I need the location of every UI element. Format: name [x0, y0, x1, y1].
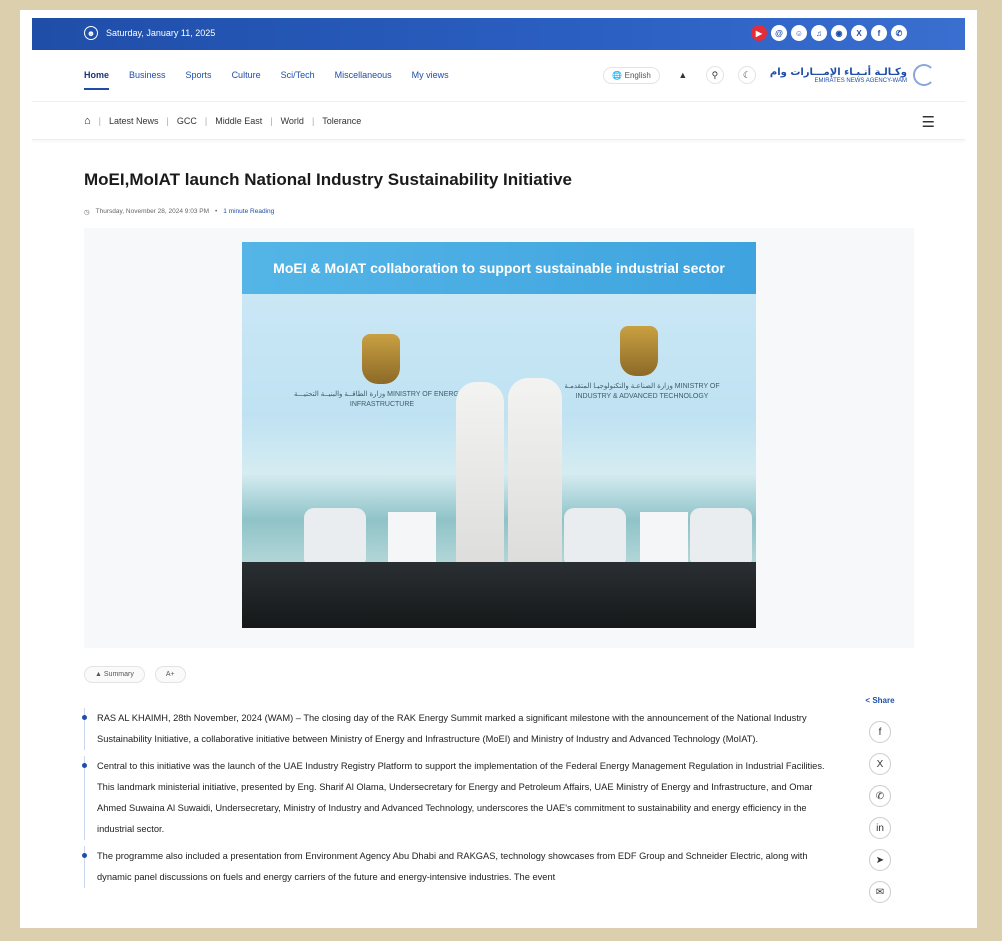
uae-emblem-right — [620, 326, 658, 376]
facebook-icon[interactable]: f — [871, 25, 887, 41]
language-button[interactable]: 🌐 English — [603, 66, 660, 84]
sub-nav: ⌂ | Latest News | GCC | Middle East | Wo… — [32, 102, 965, 140]
stage-chair — [304, 508, 366, 568]
article-image[interactable]: MoEI & MoIAT collaboration to support su… — [242, 242, 756, 628]
youtube-icon[interactable]: ▶ — [751, 25, 767, 41]
image-banner: MoEI & MoIAT collaboration to support su… — [242, 242, 756, 294]
cake-icon[interactable]: ▲ — [674, 66, 692, 84]
top-bar: ☻ Saturday, January 11, 2025 ▶ @ ☺ ♫ ◉ X… — [32, 18, 965, 50]
clock-icon: ◷ — [84, 209, 90, 216]
social-links: ▶ @ ☺ ♫ ◉ X f ✆ — [751, 25, 907, 41]
subnav-item-latest-news[interactable]: Latest News — [109, 116, 159, 126]
article-tools: ▲ Summary A+ — [84, 666, 186, 683]
article-title: MoEI,MoIAT launch National Industry Sust… — [84, 170, 573, 189]
home-icon[interactable]: ⌂ — [84, 115, 91, 127]
share-button[interactable]: < Share — [865, 696, 894, 705]
summary-label: Summary — [103, 671, 134, 678]
reading-time: 1 minute Reading — [223, 208, 275, 215]
facebook-share-icon[interactable]: f — [869, 721, 891, 743]
linkedin-share-icon[interactable]: in — [869, 817, 891, 839]
dark-mode-icon[interactable]: ☾ — [737, 66, 756, 84]
whatsapp-share-icon[interactable]: ✆ — [869, 785, 891, 807]
tiktok-icon[interactable]: ♫ — [811, 25, 827, 41]
stage-table — [640, 512, 688, 562]
separator: | — [98, 116, 101, 126]
nav-item-business[interactable]: Business — [129, 70, 166, 90]
subnav-item-gcc[interactable]: GCC — [177, 116, 197, 126]
user-icon[interactable]: ☻ — [84, 26, 98, 40]
subnav-links: ⌂ | Latest News | GCC | Middle East | Wo… — [84, 115, 361, 127]
subnav-item-world[interactable]: World — [281, 116, 304, 126]
nav-item-home[interactable]: Home — [84, 70, 110, 90]
nav-item-my-views[interactable]: My views — [412, 70, 449, 90]
summary-icon: ▲ — [95, 671, 102, 678]
ministry-left-label: وزارة الطاقــة والبنيــة التحتيـــة MINI… — [293, 391, 471, 408]
current-date: Saturday, January 11, 2025 — [106, 28, 216, 38]
subnav-item-tolerance[interactable]: Tolerance — [322, 116, 361, 126]
main-nav: Home Business Sports Culture Sci/Tech Mi… — [32, 50, 965, 102]
nav-links: Home Business Sports Culture Sci/Tech Mi… — [84, 70, 449, 90]
x-icon[interactable]: X — [851, 25, 867, 41]
subnav-item-middle-east[interactable]: Middle East — [215, 116, 262, 126]
article-image-container: MoEI & MoIAT collaboration to support su… — [84, 228, 914, 648]
article-date: Thursday, November 28, 2024 9:03 PM — [95, 208, 209, 215]
search-icon[interactable]: ⚲ — [705, 66, 724, 84]
snapchat-icon[interactable]: ☺ — [791, 25, 807, 41]
page-content: ☻ Saturday, January 11, 2025 ▶ @ ☺ ♫ ◉ X… — [32, 18, 965, 928]
article-meta: ◷ Thursday, November 28, 2024 9:03 PM • … — [84, 208, 274, 216]
separator: | — [204, 116, 208, 126]
share-panel: < Share f X ✆ in ➤ ✉ — [858, 696, 902, 903]
threads-icon[interactable]: @ — [771, 25, 787, 41]
nav-item-culture[interactable]: Culture — [232, 70, 261, 90]
menu-icon[interactable]: ☰ — [922, 113, 935, 131]
share-icon: < — [865, 696, 871, 705]
logo-arabic: وكـالـة أنـبـاء الإمـــارات وام — [769, 66, 907, 78]
separator: | — [166, 116, 169, 126]
nav-item-miscellaneous[interactable]: Miscellaneous — [335, 70, 392, 90]
wam-logo[interactable]: وكـالـة أنـبـاء الإمـــارات وام EMIRATES… — [770, 64, 935, 86]
summary-button[interactable]: ▲ Summary — [84, 666, 145, 683]
stage-chair — [564, 508, 626, 568]
stage-chair — [690, 508, 752, 568]
stage-table — [388, 512, 436, 562]
person-left — [456, 382, 504, 572]
language-label: English — [624, 70, 651, 80]
email-share-icon[interactable]: ✉ — [869, 881, 891, 903]
uae-emblem-left — [362, 334, 400, 384]
nav-tools: 🌐 English ▲ ⚲ ☾ وكـالـة أنـبـاء الإمـــا… — [603, 64, 935, 86]
instagram-icon[interactable]: ◉ — [831, 25, 847, 41]
logo-text: وكـالـة أنـبـاء الإمـــارات وام EMIRATES… — [770, 67, 907, 84]
logo-mark-icon — [913, 64, 935, 86]
logo-english: EMIRATES NEWS AGENCY-WAM — [814, 77, 907, 84]
article-paragraph: RAS AL KHAIMH, 28th November, 2024 (WAM)… — [82, 708, 839, 750]
telegram-share-icon[interactable]: ➤ — [869, 849, 891, 871]
separator: | — [311, 116, 315, 126]
article-paragraph: Central to this initiative was the launc… — [82, 756, 839, 840]
nav-item-sports[interactable]: Sports — [186, 70, 212, 90]
stage-floor — [242, 562, 756, 628]
share-label: Share — [872, 696, 895, 705]
date-display: ☻ Saturday, January 11, 2025 — [84, 26, 215, 40]
font-size-button[interactable]: A+ — [154, 666, 186, 683]
nav-item-scitech[interactable]: Sci/Tech — [281, 70, 315, 90]
ministry-right-label: وزارة الصناعـة والتكنولوجيـا المتقدمـة M… — [564, 383, 720, 400]
separator: | — [270, 116, 273, 126]
article-paragraph: The programme also included a presentati… — [82, 846, 839, 888]
whatsapp-icon[interactable]: ✆ — [891, 25, 907, 41]
meta-dot: • — [215, 208, 218, 215]
page-frame: ☻ Saturday, January 11, 2025 ▶ @ ☺ ♫ ◉ X… — [20, 10, 977, 928]
x-share-icon[interactable]: X — [869, 753, 891, 775]
person-right — [508, 378, 562, 568]
globe-icon: 🌐 — [612, 70, 623, 80]
article-body: RAS AL KHAIMH, 28th November, 2024 (WAM)… — [82, 708, 839, 894]
